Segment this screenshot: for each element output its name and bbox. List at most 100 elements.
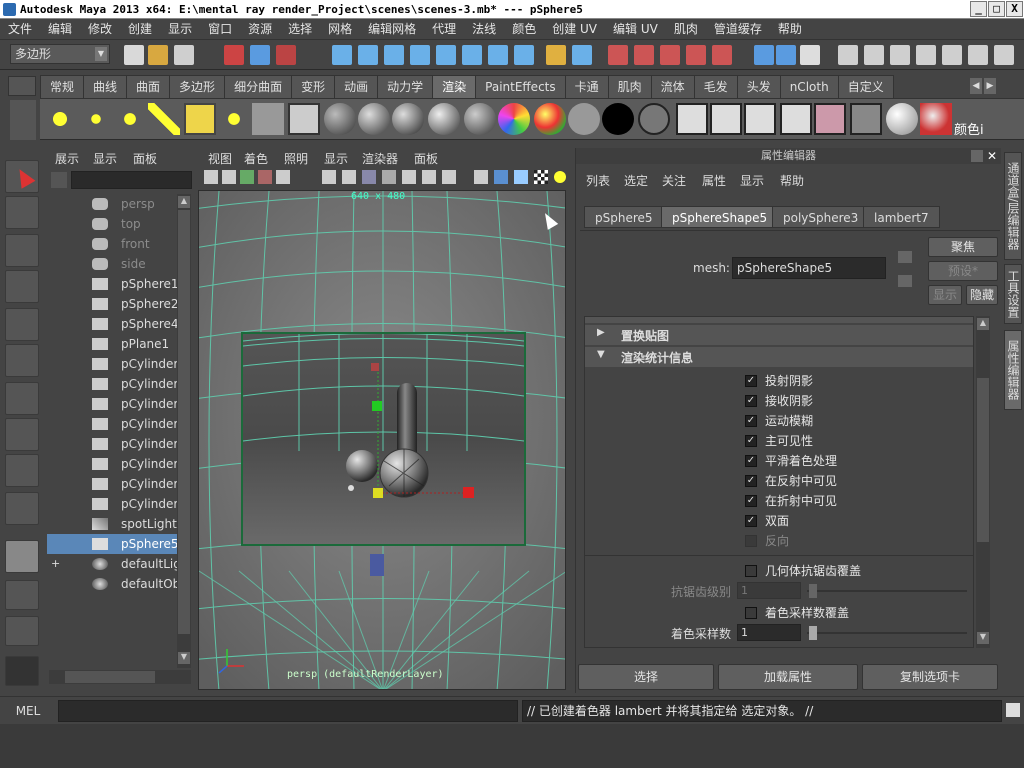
select-button[interactable]: 选择 [578, 664, 714, 690]
menu-assets[interactable]: 资源 [240, 19, 280, 40]
render-view-shelf-icon[interactable] [676, 103, 708, 135]
outliner-item-pcylinder8[interactable]: pCylinder8 [47, 474, 177, 494]
outliner-item-top[interactable]: top [47, 214, 177, 234]
four-pane-layout-icon[interactable] [5, 580, 39, 610]
render-view-icon[interactable] [712, 45, 732, 65]
batch-render-icon[interactable] [850, 103, 882, 135]
input-field-icon[interactable] [754, 45, 774, 65]
select-hierarchy-icon[interactable] [224, 45, 244, 65]
lasso-tool-icon[interactable] [5, 196, 39, 229]
image-plane-icon[interactable] [258, 170, 272, 184]
menu-window[interactable]: 窗口 [200, 19, 240, 40]
ae-scroll-down-icon[interactable]: ▼ [977, 632, 989, 644]
construction-icon[interactable] [488, 45, 508, 65]
shelf-tab-painteffects[interactable]: PaintEffects [475, 75, 566, 98]
smooth-shading-icon[interactable] [494, 170, 508, 184]
ae-scroll-thumb[interactable] [977, 378, 989, 542]
outliner-item-pplane1[interactable]: pPlane1 [47, 334, 177, 354]
ae-tab-psphere5[interactable]: pSphere5 [584, 206, 664, 228]
surface-shader-icon[interactable] [534, 103, 566, 135]
render-current-shelf-icon[interactable] [710, 103, 742, 135]
outliner-menu-panels[interactable]: 面板 [133, 150, 157, 167]
viewport-menu-panels[interactable]: 面板 [414, 150, 438, 167]
menu-normals[interactable]: 法线 [464, 19, 504, 40]
shelf-tab-muscle[interactable]: 肌肉 [607, 75, 652, 98]
viewport-menu-view[interactable]: 视图 [208, 150, 232, 167]
layered-shader-icon[interactable] [602, 103, 634, 135]
soft-modification-icon[interactable] [5, 418, 39, 451]
single-pane-layout-icon[interactable] [5, 540, 39, 573]
move-tool-icon[interactable] [5, 270, 39, 303]
lock-icon[interactable] [546, 45, 566, 65]
close-button[interactable]: X [1006, 1, 1023, 17]
ipr-shelf-icon[interactable] [744, 103, 776, 135]
geometry-aa-override-checkbox[interactable] [745, 565, 757, 577]
select-tool-icon[interactable] [5, 160, 39, 193]
command-language-label[interactable]: MEL [8, 701, 48, 721]
snap-point-icon[interactable] [384, 45, 404, 65]
outliner-layout-icon[interactable] [5, 616, 39, 646]
area-light-icon[interactable] [184, 103, 216, 135]
small-sphere-object[interactable] [346, 450, 378, 482]
ae-menu-help[interactable]: 帮助 [780, 172, 804, 189]
outliner-item-psphere1[interactable]: pSphere1 [47, 274, 177, 294]
rename-icon[interactable] [776, 45, 796, 65]
shelf-menu-icon[interactable] [8, 76, 36, 96]
script-editor-icon[interactable] [1006, 703, 1020, 717]
mode-dropdown[interactable]: 多边形 ▼ [10, 44, 110, 64]
focus-button[interactable]: 聚焦 [928, 237, 998, 257]
shelf-tab-animation[interactable]: 动画 [334, 75, 379, 98]
section-render-stats[interactable]: ▼ 渲染统计信息 [585, 347, 973, 367]
attribute-editor-tab[interactable]: 属性编辑器 [1004, 330, 1022, 410]
resolution-gate-icon[interactable] [362, 170, 376, 184]
ae-vertical-scrollbar[interactable]: ▲ ▼ [976, 316, 990, 648]
command-input[interactable] [58, 700, 518, 722]
render-current-icon[interactable] [608, 45, 628, 65]
ae-menu-show[interactable]: 显示 [740, 172, 764, 189]
shelf-tab-fur[interactable]: 毛发 [693, 75, 738, 98]
visible-in-reflections-checkbox[interactable]: ✓ [745, 475, 757, 487]
outliner-item-pcylinder5[interactable]: pCylinder5 [47, 414, 177, 434]
ae-tab-lambert7[interactable]: lambert7 [863, 206, 940, 228]
ae-tab-polysphere3[interactable]: polySphere3 [772, 206, 870, 228]
ramp-shader-icon[interactable] [498, 103, 530, 135]
wireframe-on-shaded-icon[interactable] [514, 170, 528, 184]
scale-tool-icon[interactable] [5, 344, 39, 377]
expand-icon[interactable]: + [51, 554, 60, 574]
close-panel-icon[interactable]: ✕ [985, 149, 999, 163]
select-object-icon[interactable] [250, 45, 270, 65]
motion-blur-checkbox[interactable]: ✓ [745, 415, 757, 427]
menu-color[interactable]: 颜色 [504, 19, 544, 40]
shelf-tab-polygons[interactable]: 多边形 [169, 75, 226, 98]
ipr-render-icon[interactable] [634, 45, 654, 65]
shading-samples-input[interactable] [737, 624, 801, 641]
viewport-menu-show[interactable]: 显示 [324, 150, 348, 167]
menu-edit-uv[interactable]: 编辑 UV [605, 19, 666, 40]
paint-select-tool-icon[interactable] [5, 234, 39, 267]
gate-mask-icon[interactable] [382, 170, 396, 184]
attribute-editor-toggle-icon[interactable] [890, 45, 910, 65]
history-icon[interactable] [462, 45, 482, 65]
volume-light-icon[interactable] [218, 103, 250, 135]
outliner-item-psphere4[interactable]: pSphere4 [47, 314, 177, 334]
sidebar-toggle-icon[interactable] [800, 45, 820, 65]
shelf-tab-general[interactable]: 常规 [40, 75, 85, 98]
spot-light-icon[interactable] [148, 103, 180, 135]
select-component-icon[interactable] [276, 45, 296, 65]
scroll-up-icon[interactable]: ▲ [178, 196, 190, 208]
hypergraph-layout-icon[interactable] [5, 656, 39, 686]
opposite-checkbox[interactable] [745, 535, 757, 547]
aa-level-input[interactable] [737, 582, 801, 599]
grid-icon[interactable] [276, 170, 290, 184]
output-connections-icon[interactable] [898, 275, 912, 287]
outliner-search-input[interactable] [71, 171, 192, 189]
ae-menu-list[interactable]: 列表 [586, 172, 610, 189]
camera-select-icon[interactable] [204, 170, 218, 184]
shelf-tab-curves[interactable]: 曲线 [83, 75, 128, 98]
shelf-tab-deformation[interactable]: 变形 [291, 75, 336, 98]
outliner-item-pcylinder6[interactable]: pCylinder6 [47, 434, 177, 454]
maximize-button[interactable]: □ [988, 1, 1005, 17]
receive-shadows-checkbox[interactable]: ✓ [745, 395, 757, 407]
outliner-menu-display[interactable]: 显示 [93, 150, 117, 167]
viewport-menu-shading[interactable]: 着色 [244, 150, 268, 167]
